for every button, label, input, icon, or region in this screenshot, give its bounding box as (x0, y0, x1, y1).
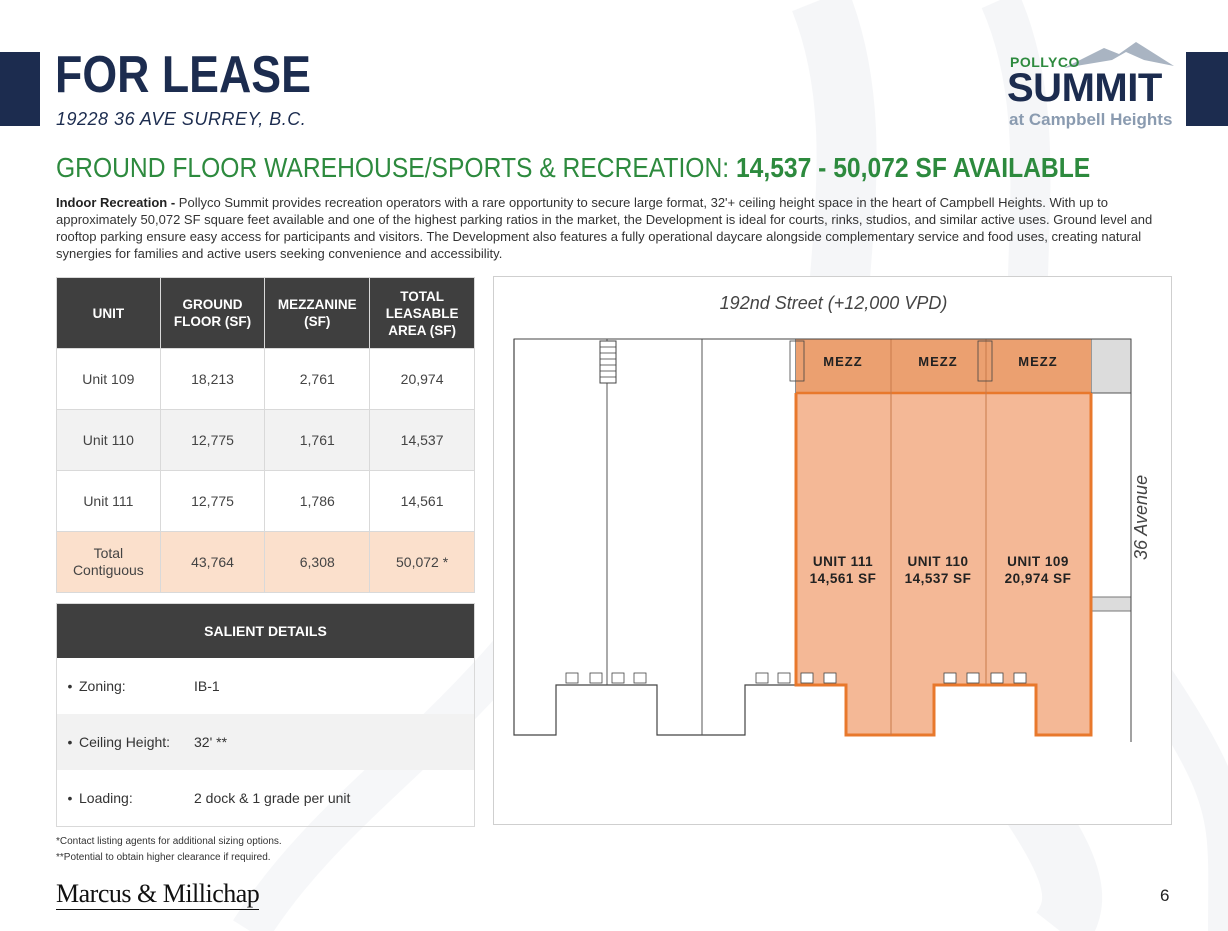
unit-size-table: UNIT GROUND FLOOR (SF) MEZZANINE (SF) TO… (56, 277, 475, 593)
footnote-clearance: **Potential to obtain higher clearance i… (56, 852, 271, 863)
availability-highlight: 14,537 - 50,072 SF AVAILABLE (735, 152, 1091, 183)
unit-111-label: UNIT 111 (813, 554, 873, 569)
unit-110-area-label: 14,537 SF (905, 571, 972, 586)
table-row: Unit 110 12,775 1,761 14,537 (56, 409, 475, 471)
property-address: 19228 36 AVE SURREY, B.C. (56, 109, 307, 129)
page-number: 6 (1160, 886, 1170, 905)
description-paragraph: Indoor Recreation - Pollyco Summit provi… (56, 194, 1168, 262)
salient-row-loading: • Loading: 2 dock & 1 grade per unit (57, 770, 474, 826)
unit-110-label: UNIT 110 (907, 554, 968, 569)
salient-details-table: SALIENT DETAILS • Zoning: IB-1 • Ceiling… (56, 603, 475, 827)
salient-row-zoning: • Zoning: IB-1 (57, 658, 474, 714)
description-body: Pollyco Summit provides recreation opera… (56, 195, 1153, 261)
site-plan: MEZZ MEZZ MEZZ UNIT 111 14,561 SF UNIT 1… (493, 276, 1172, 825)
table-total-row: Total Contiguous 43,764 6,308 50,072 * (56, 531, 475, 593)
mezz-label-109: MEZZ (1018, 354, 1057, 369)
description-lead: Indoor Recreation - (56, 195, 176, 210)
table-row: Unit 111 12,775 1,786 14,561 (56, 470, 475, 532)
col-header-ground-floor: GROUND FLOOR (SF) (159, 277, 266, 349)
bullet-icon: • (67, 790, 73, 806)
col-header-unit: UNIT (56, 277, 161, 349)
marcus-millichap-logo: Marcus & Millichap (56, 879, 260, 910)
site-plan-drawing: MEZZ MEZZ MEZZ UNIT 111 14,561 SF UNIT 1… (513, 338, 1132, 742)
bullet-icon: • (67, 734, 73, 750)
avenue-label: 36 Avenue (1131, 474, 1151, 560)
page-title: FOR LEASE (55, 46, 311, 104)
header-accent-bar-right (1186, 52, 1228, 126)
unit-111-area-label: 14,561 SF (810, 571, 877, 586)
table-row: Unit 109 18,213 2,761 20,974 (56, 348, 475, 410)
col-header-total: TOTAL LEASABLE AREA (SF) (369, 277, 475, 349)
unit-109-area-label: 20,974 SF (1005, 571, 1072, 586)
salient-row-ceiling-height: • Ceiling Height: 32' ** (57, 714, 474, 770)
footnote-sizing: *Contact listing agents for additional s… (56, 836, 282, 847)
mezz-label-110: MEZZ (918, 354, 957, 369)
col-header-mezzanine: MEZZANINE (SF) (264, 277, 371, 349)
unit-109-label: UNIT 109 (1007, 554, 1069, 569)
header-accent-bar-left (0, 52, 40, 126)
salient-details-header: SALIENT DETAILS (57, 604, 474, 658)
section-heading: GROUND FLOOR WAREHOUSE/SPORTS & RECREATI… (56, 152, 1091, 183)
pollyco-summit-logo: POLLYCO SUMMIT at Campbell Heights (1004, 40, 1179, 132)
street-label: 192nd Street (+12,000 VPD) (719, 293, 948, 313)
mezz-label-111: MEZZ (823, 354, 862, 369)
bullet-icon: • (67, 678, 73, 694)
